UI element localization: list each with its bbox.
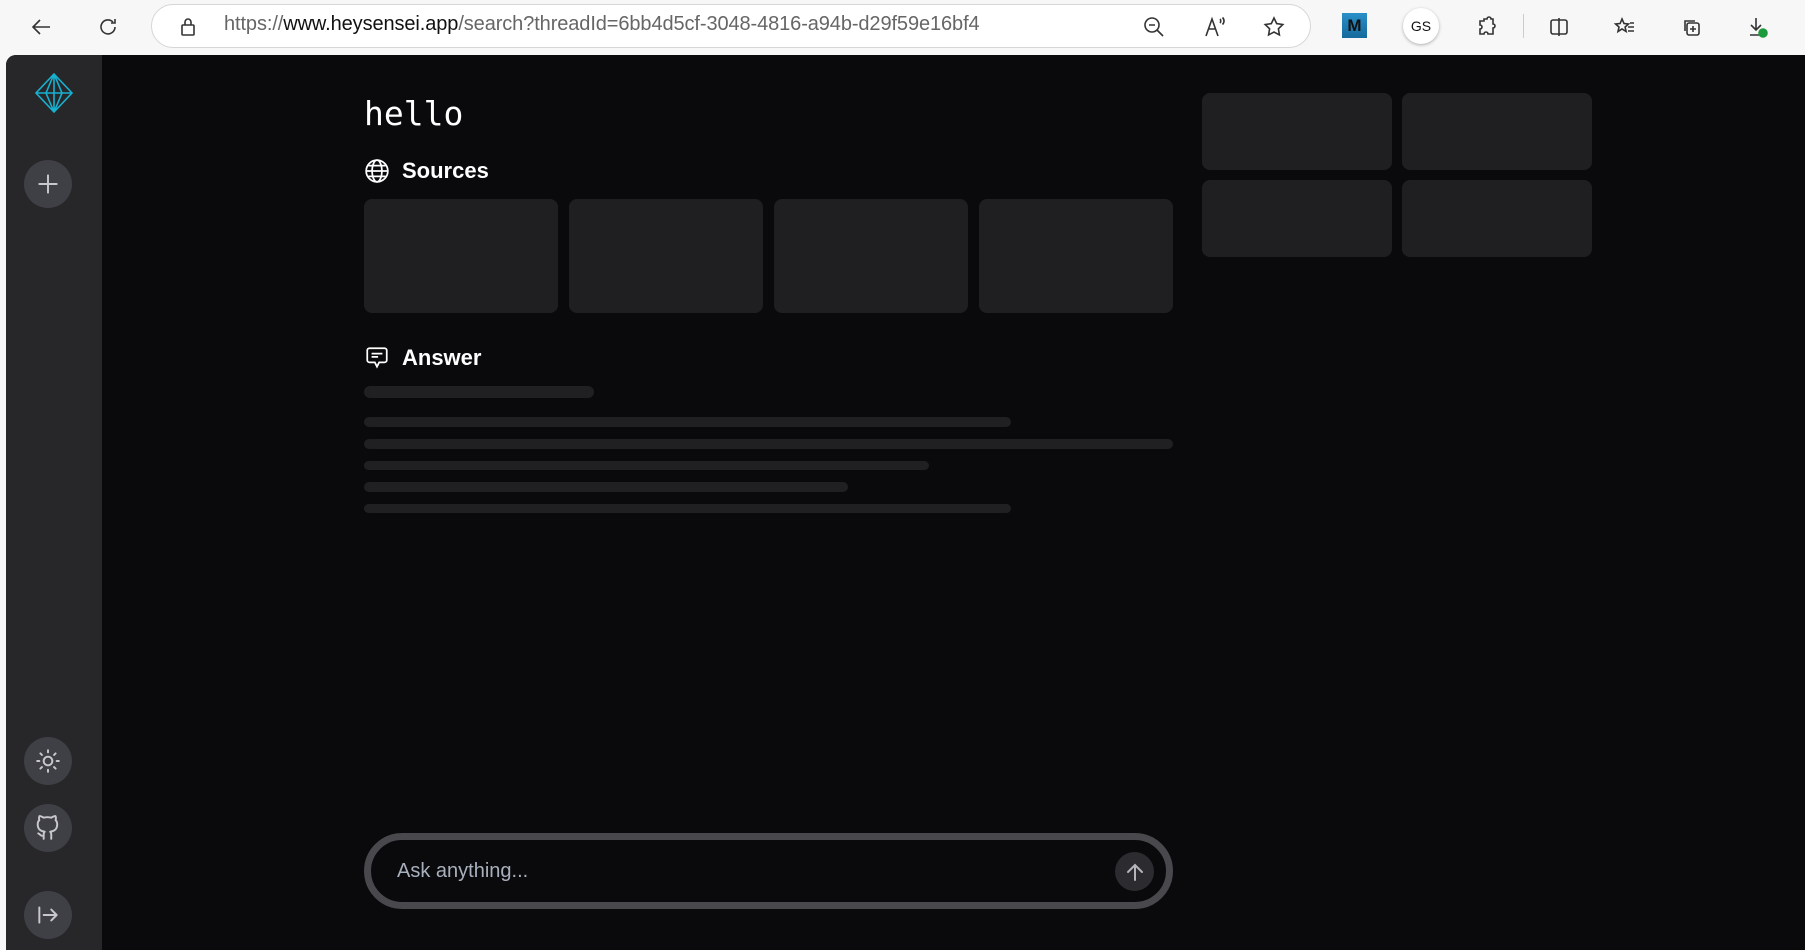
profile-avatar[interactable]: GS (1403, 8, 1439, 44)
source-card-skeleton (774, 199, 968, 313)
plus-icon (38, 174, 58, 194)
sun-icon (36, 749, 60, 773)
extensions-puzzle-icon[interactable] (1470, 10, 1504, 44)
answer-skeleton-line (364, 482, 848, 492)
url-host: www.heysensei.app (283, 13, 459, 35)
extension-m-label: M (1347, 15, 1362, 35)
collapse-sidebar-button[interactable] (24, 891, 72, 939)
answer-skeleton-line (364, 439, 1173, 449)
globe-icon (365, 159, 389, 183)
arrow-up-icon (1126, 863, 1143, 881)
image-card-skeleton (1202, 93, 1392, 170)
answer-skeleton-line (364, 417, 1011, 427)
image-card-skeleton (1402, 180, 1592, 257)
source-card-skeleton (569, 199, 763, 313)
answer-skeleton-line (364, 386, 594, 398)
answer-label: Answer (402, 345, 482, 370)
refresh-icon[interactable] (91, 10, 125, 44)
favorites-list-icon[interactable] (1608, 10, 1642, 44)
logo-icon[interactable] (34, 72, 74, 114)
answer-skeleton-line (364, 461, 929, 470)
zoom-out-icon[interactable] (1137, 10, 1171, 44)
github-button[interactable] (24, 804, 72, 852)
image-card-skeleton (1202, 180, 1392, 257)
url-text[interactable]: https://www.heysensei.app/search?threadI… (224, 13, 980, 36)
favorite-star-icon[interactable] (1257, 10, 1291, 44)
github-icon (36, 815, 59, 840)
answer-header: Answer (364, 345, 481, 371)
send-button[interactable] (1115, 852, 1154, 891)
message-icon (366, 347, 388, 369)
new-thread-button[interactable] (24, 160, 72, 208)
answer-skeleton-line (364, 504, 1011, 513)
collections-icon[interactable] (1674, 10, 1708, 44)
downloads-icon[interactable] (1740, 10, 1774, 44)
profile-label: GS (1410, 18, 1432, 34)
theme-toggle-button[interactable] (24, 737, 72, 785)
url-path: /search?threadId=6bb4d5cf-3048-4816-a94b… (458, 13, 980, 35)
image-card-skeleton (1402, 93, 1592, 170)
back-icon[interactable] (25, 10, 59, 44)
split-screen-icon[interactable] (1542, 10, 1576, 44)
sources-label: Sources (402, 158, 489, 183)
ask-input-placeholder[interactable]: Ask anything... (397, 860, 528, 883)
source-card-skeleton (364, 199, 558, 313)
url-scheme: https:// (224, 13, 284, 35)
lock-icon[interactable] (171, 10, 205, 44)
page-title: hello (364, 94, 464, 133)
read-aloud-icon[interactable] (1198, 10, 1232, 44)
arrow-right-to-line-icon (38, 906, 58, 924)
sources-header: Sources (364, 158, 489, 184)
source-card-skeleton (979, 199, 1173, 313)
toolbar-divider (1523, 14, 1524, 38)
extension-m-icon[interactable]: M (1342, 13, 1367, 38)
